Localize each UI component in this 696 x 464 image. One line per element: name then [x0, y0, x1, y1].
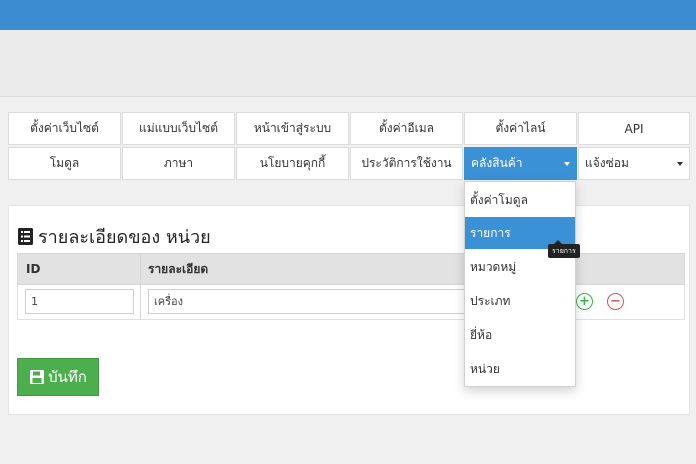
- nav-api[interactable]: API: [578, 112, 690, 145]
- table-header: ID รายละเอียด: [17, 253, 685, 285]
- id-input[interactable]: 1: [25, 289, 134, 314]
- document-list-icon: [18, 228, 33, 245]
- column-header-id: ID: [26, 262, 41, 276]
- nav-inventory-dropdown[interactable]: คลังสินค้า: [464, 147, 577, 180]
- dropdown-item-module-settings[interactable]: ตั้งค่าโมดูล: [465, 184, 575, 216]
- nav-inventory-label: คลังสินค้า: [471, 156, 523, 170]
- detail-panel: รายละเอียดของ หน่วย ID รายละเอียด 1 เครื…: [8, 205, 690, 415]
- detail-input[interactable]: เครื่อง: [148, 289, 468, 314]
- dropdown-item-types[interactable]: ประเภท: [465, 285, 575, 317]
- nav-website-settings[interactable]: ตั้งค่าเว็บไซต์: [8, 112, 121, 145]
- nav-line-settings[interactable]: ตั้งค่าไลน์: [464, 112, 577, 145]
- panel-title: รายละเอียดของ หน่วย: [17, 222, 211, 251]
- nav-cookie-policy[interactable]: นโยบายคุกกี้: [236, 147, 349, 180]
- nav-usage-history[interactable]: ประวัติการใช้งาน: [350, 147, 463, 180]
- nav-email-settings[interactable]: ตั้งค่าอีเมล: [350, 112, 463, 145]
- remove-row-icon[interactable]: −: [607, 293, 624, 310]
- nav-language[interactable]: ภาษา: [122, 147, 235, 180]
- table-row: 1 เครื่อง + −: [17, 285, 685, 320]
- top-header-bar: [0, 0, 696, 30]
- nav-repair-label: แจ้งซ่อม: [585, 156, 629, 170]
- nav-login-page[interactable]: หน้าเข้าสู่ระบบ: [236, 112, 349, 145]
- sub-header-area: [0, 30, 696, 97]
- column-divider: [140, 285, 141, 319]
- floppy-disk-icon: [30, 370, 45, 384]
- inventory-dropdown-menu: ตั้งค่าโมดูล รายการ หมวดหมู่ ประเภท ยี่ห…: [464, 181, 576, 387]
- column-divider: [140, 254, 141, 284]
- save-button[interactable]: บันทึก: [17, 358, 99, 396]
- panel-title-text: รายละเอียดของ หน่วย: [38, 227, 211, 248]
- nav-website-template[interactable]: แม่แบบเว็บไซต์: [122, 112, 235, 145]
- column-header-detail: รายละเอียด: [148, 262, 209, 276]
- dropdown-item-units[interactable]: หน่วย: [465, 353, 575, 385]
- dropdown-item-brands[interactable]: ยี่ห้อ: [465, 319, 575, 351]
- nav-modules[interactable]: โมดูล: [8, 147, 121, 180]
- add-row-icon[interactable]: +: [576, 293, 593, 310]
- save-button-label: บันทึก: [48, 368, 87, 386]
- caret-down-icon: [677, 162, 683, 166]
- nav-repair-dropdown[interactable]: แจ้งซ่อม: [578, 147, 690, 180]
- caret-down-icon: [564, 162, 570, 166]
- hover-tooltip: รายการ: [548, 240, 580, 258]
